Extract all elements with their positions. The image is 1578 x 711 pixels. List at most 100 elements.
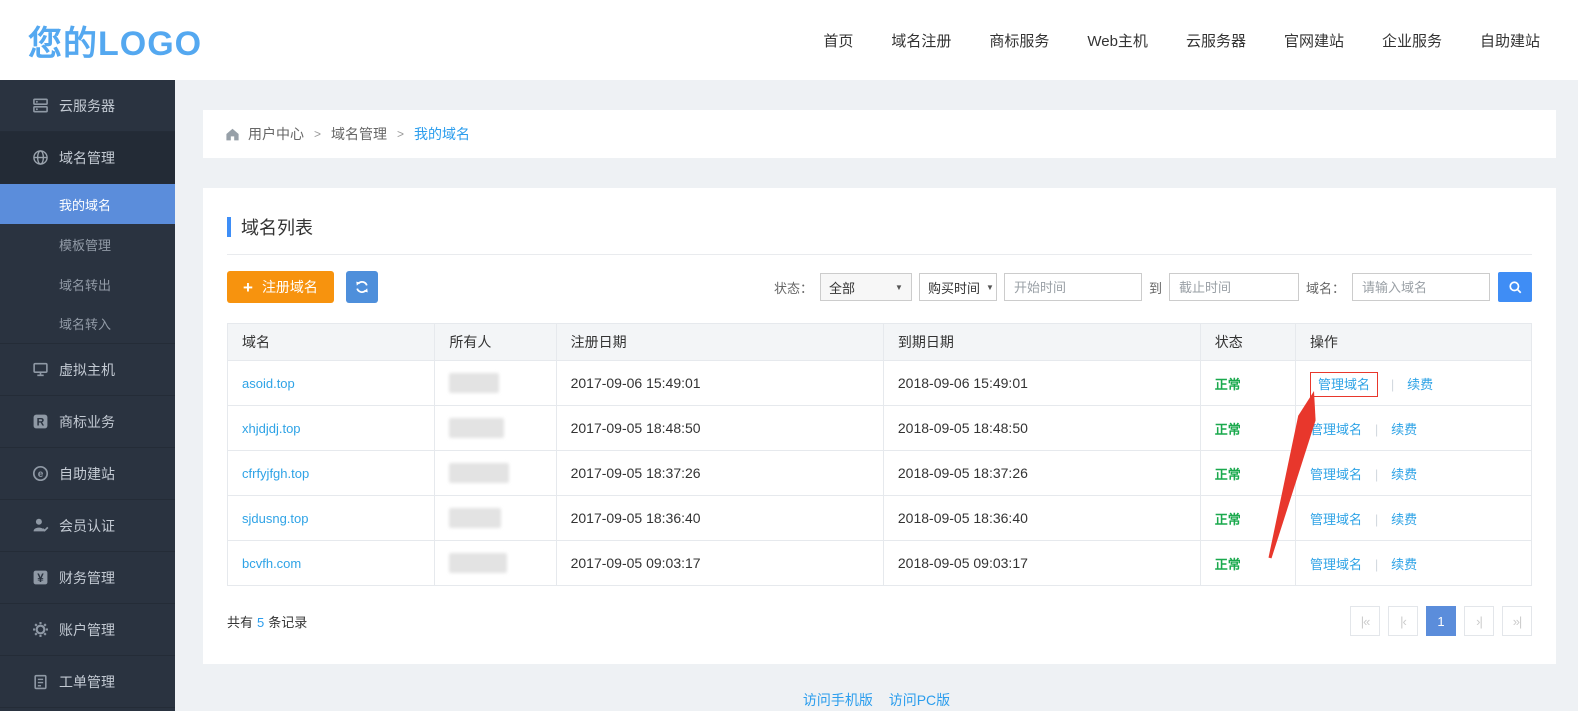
sidebar-subitem-label: 我的域名 bbox=[59, 195, 111, 214]
sidebar-item-account[interactable]: 账户管理 bbox=[0, 604, 175, 656]
pagination-prev-button[interactable]: |‹ bbox=[1388, 606, 1418, 636]
register-domain-button[interactable]: + 注册域名 bbox=[227, 271, 334, 303]
sidebar-item-domain-management[interactable]: 域名管理 bbox=[0, 132, 175, 184]
sidebar-item-trademark[interactable]: R 商标业务 bbox=[0, 396, 175, 448]
page-title: 域名列表 bbox=[241, 214, 313, 240]
breadcrumb-domain-management[interactable]: 域名管理 bbox=[331, 124, 387, 144]
top-header: 您的LOGO 首页 域名注册 商标服务 Web主机 云服务器 官网建站 企业服务 自助建站 bbox=[0, 0, 1578, 80]
renew-link[interactable]: 续费 bbox=[1391, 467, 1417, 482]
sidebar-item-self-build-site[interactable]: e 自助建站 bbox=[0, 448, 175, 500]
record-summary: 共有5条记录 bbox=[227, 612, 307, 631]
top-nav-link[interactable]: 官网建站 bbox=[1284, 30, 1344, 51]
status-badge: 正常 bbox=[1215, 557, 1241, 572]
redacted-owner bbox=[449, 508, 501, 528]
column-header-status: 状态 bbox=[1200, 324, 1295, 361]
plus-icon: + bbox=[243, 279, 253, 296]
renew-link[interactable]: 续费 bbox=[1391, 557, 1417, 572]
refresh-button[interactable] bbox=[346, 271, 378, 303]
toolbar: + 注册域名 状态： 全部 ▼ 购买时间 ▼ 到 bbox=[227, 271, 1532, 303]
pagination: |« |‹ 1 ›| »| bbox=[1350, 606, 1532, 636]
renew-link[interactable]: 续费 bbox=[1391, 422, 1417, 437]
pagination-page-1[interactable]: 1 bbox=[1426, 606, 1456, 636]
sidebar-item-label: 商标业务 bbox=[59, 412, 115, 432]
search-icon bbox=[1508, 280, 1523, 295]
sidebar-subitem-domain-transfer-out[interactable]: 域名转出 bbox=[0, 264, 175, 304]
renew-link[interactable]: 续费 bbox=[1391, 512, 1417, 527]
redacted-owner bbox=[449, 553, 507, 573]
top-nav-link[interactable]: 自助建站 bbox=[1480, 30, 1540, 51]
sitebuilder-icon: e bbox=[32, 465, 49, 482]
top-nav-link[interactable]: 首页 bbox=[823, 30, 853, 51]
top-nav-link[interactable]: 企业服务 bbox=[1382, 30, 1442, 51]
sidebar-item-label: 财务管理 bbox=[59, 568, 115, 588]
sidebar-subitem-my-domains[interactable]: 我的域名 bbox=[0, 184, 175, 224]
globe-icon bbox=[32, 149, 49, 166]
manage-domain-link[interactable]: 管理域名 bbox=[1310, 372, 1378, 397]
action-separator: | bbox=[1375, 557, 1378, 572]
table-row: bcvfh.com 2017-09-05 09:03:17 2018-09-05… bbox=[228, 541, 1532, 586]
expire-date: 2018-09-05 18:36:40 bbox=[883, 496, 1200, 541]
search-button[interactable] bbox=[1498, 272, 1532, 302]
svg-text:¥: ¥ bbox=[37, 572, 44, 585]
breadcrumb-user-center[interactable]: 用户中心 bbox=[248, 124, 304, 144]
svg-text:R: R bbox=[37, 416, 45, 428]
column-header-operations: 操作 bbox=[1295, 324, 1531, 361]
register-date: 2017-09-05 18:37:26 bbox=[556, 451, 883, 496]
expire-date: 2018-09-05 18:48:50 bbox=[883, 406, 1200, 451]
table-row: xhjdjdj.top 2017-09-05 18:48:50 2018-09-… bbox=[228, 406, 1532, 451]
domain-link[interactable]: bcvfh.com bbox=[242, 556, 301, 571]
ticket-icon bbox=[32, 673, 49, 690]
manage-domain-link[interactable]: 管理域名 bbox=[1310, 422, 1362, 437]
trademark-icon: R bbox=[32, 413, 49, 430]
top-nav: 首页 域名注册 商标服务 Web主机 云服务器 官网建站 企业服务 自助建站 bbox=[823, 30, 1540, 51]
top-nav-link[interactable]: Web主机 bbox=[1087, 30, 1148, 51]
sidebar-item-label: 域名管理 bbox=[59, 148, 115, 168]
pagination-next-button[interactable]: ›| bbox=[1464, 606, 1494, 636]
status-select[interactable]: 全部 ▼ bbox=[820, 273, 912, 301]
renew-link[interactable]: 续费 bbox=[1407, 377, 1433, 392]
time-type-select[interactable]: 购买时间 ▼ bbox=[919, 273, 997, 301]
sidebar-item-work-order[interactable]: 工单管理 bbox=[0, 656, 175, 708]
redacted-owner bbox=[449, 373, 499, 393]
sidebar-subitem-label: 域名转入 bbox=[59, 314, 111, 333]
start-time-input[interactable] bbox=[1004, 273, 1142, 301]
action-separator: | bbox=[1375, 512, 1378, 527]
sidebar-subitem-domain-transfer-in[interactable]: 域名转入 bbox=[0, 304, 175, 344]
breadcrumb-separator: > bbox=[314, 127, 321, 141]
sidebar-subitem-label: 域名转出 bbox=[59, 275, 111, 294]
top-nav-link[interactable]: 域名注册 bbox=[891, 30, 951, 51]
domain-link[interactable]: cfrfyjfgh.top bbox=[242, 466, 309, 481]
domain-link[interactable]: sjdusng.top bbox=[242, 511, 309, 526]
manage-domain-link[interactable]: 管理域名 bbox=[1310, 512, 1362, 527]
sidebar-subitem-template-management[interactable]: 模板管理 bbox=[0, 224, 175, 264]
sidebar-item-member-verification[interactable]: 会员认证 bbox=[0, 500, 175, 552]
domain-search-input[interactable] bbox=[1352, 273, 1490, 301]
footer-pc-link[interactable]: 访问PC版 bbox=[889, 692, 950, 708]
end-time-input[interactable] bbox=[1169, 273, 1299, 301]
breadcrumb: 用户中心 > 域名管理 > 我的域名 bbox=[203, 110, 1556, 158]
server-icon bbox=[32, 97, 49, 114]
footer-mobile-link[interactable]: 访问手机版 bbox=[803, 692, 873, 708]
manage-domain-link[interactable]: 管理域名 bbox=[1310, 557, 1362, 572]
logo: 您的LOGO bbox=[28, 16, 202, 65]
pagination-last-button[interactable]: »| bbox=[1502, 606, 1532, 636]
domain-link[interactable]: asoid.top bbox=[242, 376, 295, 391]
register-date: 2017-09-05 18:36:40 bbox=[556, 496, 883, 541]
record-count: 5 bbox=[257, 615, 264, 630]
top-nav-link[interactable]: 商标服务 bbox=[989, 30, 1049, 51]
top-nav-link[interactable]: 云服务器 bbox=[1186, 30, 1246, 51]
expire-date: 2018-09-05 18:37:26 bbox=[883, 451, 1200, 496]
finance-yuan-icon: ¥ bbox=[32, 569, 49, 586]
domain-link[interactable]: xhjdjdj.top bbox=[242, 421, 301, 436]
breadcrumb-current[interactable]: 我的域名 bbox=[414, 124, 470, 144]
register-date: 2017-09-05 09:03:17 bbox=[556, 541, 883, 586]
pagination-first-button[interactable]: |« bbox=[1350, 606, 1380, 636]
member-check-icon bbox=[32, 517, 49, 534]
status-badge: 正常 bbox=[1215, 377, 1241, 392]
breadcrumb-separator: > bbox=[397, 127, 404, 141]
sidebar-item-cloud-server[interactable]: 云服务器 bbox=[0, 80, 175, 132]
content-area: 用户中心 > 域名管理 > 我的域名 域名列表 + 注册域名 状态： 全部 bbox=[175, 80, 1578, 711]
sidebar-item-virtual-host[interactable]: 虚拟主机 bbox=[0, 344, 175, 396]
manage-domain-link[interactable]: 管理域名 bbox=[1310, 467, 1362, 482]
sidebar-item-finance[interactable]: ¥ 财务管理 bbox=[0, 552, 175, 604]
